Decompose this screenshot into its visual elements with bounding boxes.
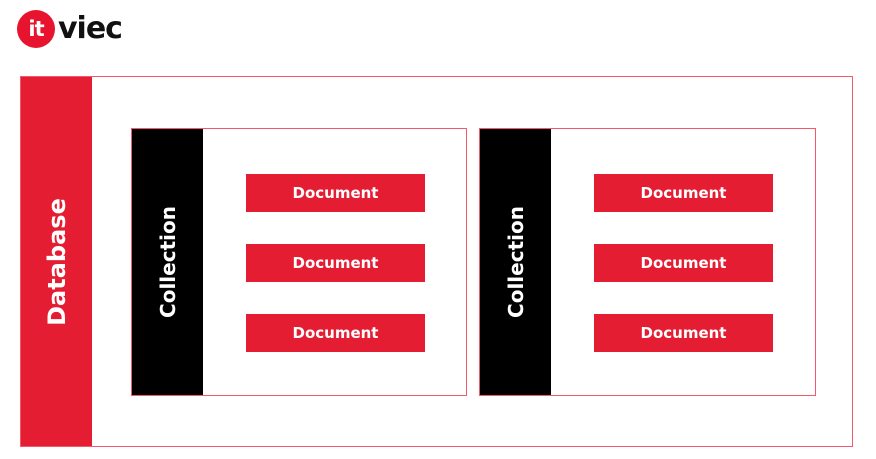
logo-text: viec (58, 11, 123, 46)
database-bar: Database (21, 77, 92, 446)
database-label: Database (42, 197, 71, 326)
document-1-3: Document (246, 314, 425, 352)
collection-bar-2: Collection (480, 129, 551, 395)
logo-badge: it (17, 10, 55, 48)
collection-label-2: Collection (503, 206, 528, 318)
collection-bar-1: Collection (132, 129, 203, 395)
collection-label-1: Collection (155, 206, 180, 318)
collection-box-1: Collection Document Document Document (131, 128, 467, 396)
document-2-2: Document (594, 244, 773, 282)
collection-box-2: Collection Document Document Document (479, 128, 816, 396)
database-container: Database Collection Document Document Do… (20, 76, 853, 447)
document-1-2: Document (246, 244, 425, 282)
document-2-1: Document (594, 174, 773, 212)
document-1-1: Document (246, 174, 425, 212)
document-2-3: Document (594, 314, 773, 352)
itviec-logo: it viec (17, 8, 123, 50)
